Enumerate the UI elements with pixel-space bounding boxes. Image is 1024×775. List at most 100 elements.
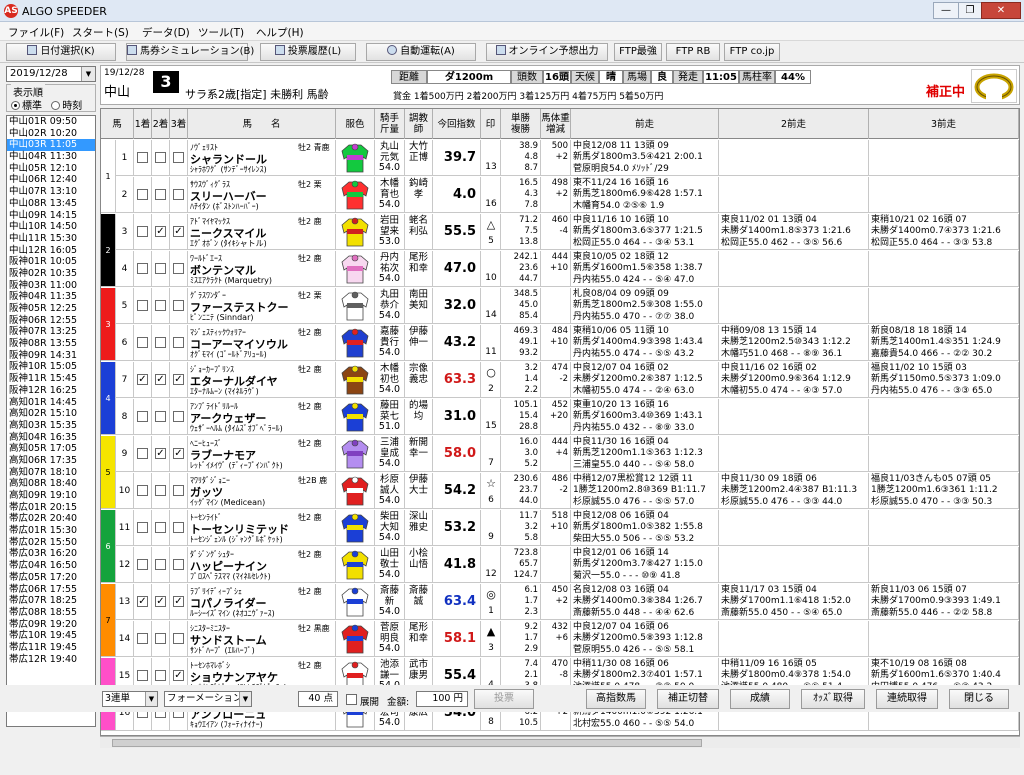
high-index-button[interactable]: 高指数馬 [586,689,646,709]
table-row[interactable]: 7 ✓ ✓ ✓ ｼﾞｮｰｶｰﾌﾟﾘﾝｽ 牡2 鹿エターナルダイヤ ｴﾀｰﾅﾙﾑｰﾝ (ﾏｲﾈ… [116,362,1019,398]
horse-cell[interactable]: ｸﾞﾗｽﾜﾝﾀﾞｰ 牡2 栗ファーステストクー ﾋﾟﾝﾆﾆﾃ (Sinndar) [188,288,336,324]
race-list-item[interactable]: 阪神03R 11:00 [7,280,95,292]
continuous-fetch-button[interactable]: 連続取得 [876,689,938,709]
third-place-checkbox[interactable] [173,189,184,200]
sort-standard-radio[interactable] [11,101,20,110]
amount-field[interactable]: 100 円 [416,691,468,707]
mark-cell[interactable]: 16 [481,177,501,213]
race-list-item[interactable]: 帯広03R 16:20 [7,548,95,560]
prev2-race-cell[interactable] [719,621,869,657]
mark-cell[interactable]: 7 [481,436,501,472]
prev3-race-cell[interactable]: 新良11/03 06 15頭 07 未勝ダ1700m0.9③393 1:49.1 斎… [869,584,1019,620]
mark-cell[interactable]: 12 [481,547,501,583]
chevron-down-icon[interactable]: ▼ [81,67,95,81]
menu-data[interactable]: データ(D) [142,25,190,40]
third-place-checkbox[interactable]: ✓ [173,226,184,237]
close-button[interactable]: 閉じる [949,689,1009,709]
horse-cell[interactable]: ﾗﾌﾞﾘｲﾃﾞｨｰﾌﾟｼｪ 牡2 鹿コパノライダー ﾙｰｼｰｲｽﾞﾏｲﾝ (ﾈｵﾕﾆ… [188,584,336,620]
race-list-item[interactable]: 中山01R 09:50 [7,116,95,128]
third-place-checkbox[interactable]: ✓ [173,670,184,681]
first-place-checkbox[interactable]: ✓ [137,596,148,607]
race-list-item[interactable]: 阪神09R 14:31 [7,350,95,362]
table-row[interactable]: 12 ﾀﾞｼﾞﾝｸﾞｼｭﾀｰ 牡2 鹿ハッピーナイン ﾌﾟﾛｽﾍﾟﾗｽﾏﾏ (ﾏｲﾈﾙ… [116,547,1019,583]
race-list-item[interactable]: 阪神06R 12:55 [7,315,95,327]
ftp-rb-button[interactable]: FTP RB [666,43,720,61]
race-list-item[interactable]: 高知05R 17:05 [7,443,95,455]
prev-race-cell[interactable]: 中良12/08 11 13頭 09 新馬ダ1800m3.5④421 2:00.1 菅… [571,140,719,176]
race-list-item[interactable]: 高知01R 14:45 [7,397,95,409]
col-prev-race[interactable]: 前走 [571,109,719,139]
prev3-race-cell[interactable] [869,510,1019,546]
prev-race-cell[interactable]: 札良08/04 09 09頭 09 新馬芝1800m2.5⑨308 1:55.0 丹… [571,288,719,324]
race-list-item[interactable]: 帯広01R 15:30 [7,525,95,537]
third-place-checkbox[interactable] [173,152,184,163]
col-jockey[interactable]: 騎手 斤量 [375,109,405,139]
col-silks[interactable]: 服色 [336,109,375,139]
third-place-checkbox[interactable] [173,337,184,348]
second-place-checkbox[interactable] [155,152,166,163]
first-place-checkbox[interactable] [137,226,148,237]
prev-race-cell[interactable]: 中良11/16 10 16頭 10 新馬ダ1800m3.6⑤377 1:21.5 松… [571,214,719,250]
race-list-item[interactable]: 中山12R 16:05 [7,245,95,257]
mark-cell[interactable]: △ 5 [481,214,501,250]
second-place-checkbox[interactable] [155,300,166,311]
race-list-item[interactable]: 高知07R 18:10 [7,467,95,479]
prev3-race-cell[interactable] [869,547,1019,583]
prev2-race-cell[interactable] [719,510,869,546]
prev3-race-cell[interactable]: 福良11/03きんも05 07頭 05 1勝芝1200m1.6③361 1:11.… [869,473,1019,509]
table-row[interactable]: 8 ｱﾝﾌﾞﾗｲﾄﾞﾘﾙｰﾙ 牡2 鹿アークウェザー ｳｪｻﾞｰﾍﾙﾑ (ﾀｲﾑｽﾞｵ… [116,399,1019,435]
prev-race-cell[interactable]: 中良12/01 06 16頭 14 新馬ダ1200m3.7⑧427 1:15.0 菊… [571,547,719,583]
table-row[interactable]: 2 ｻｳｽｳﾞｨｸﾞﾗｽ 牡2 栗スリーハーバー ﾊﾁｲﾀﾝ (ﾎﾞｽﾄﾝﾊｰﾊﾞｰ)… [116,177,1019,213]
race-list-item[interactable]: 中山10R 14:50 [7,221,95,233]
prev2-race-cell[interactable] [719,399,869,435]
prev-race-cell[interactable]: 東不11/24 16 16頭 16 新馬芝1800m6.9⑥428 1:57.1 木… [571,177,719,213]
col-odds[interactable]: 単勝 複勝 [501,109,541,139]
horse-cell[interactable]: ｼﾞｮｰｶｰﾌﾟﾘﾝｽ 牡2 鹿エターナルダイヤ ｴﾀｰﾅﾙﾑｰﾝ (ﾏｲﾈﾙﾗｳﾞ… [188,362,336,398]
first-place-checkbox[interactable] [137,670,148,681]
race-list-item[interactable]: 阪神10R 15:05 [7,361,95,373]
race-list-item[interactable]: 高知09R 19:10 [7,490,95,502]
third-place-checkbox[interactable]: ✓ [173,374,184,385]
horse-cell[interactable]: ﾀﾞｼﾞﾝｸﾞｼｭﾀｰ 牡2 鹿ハッピーナイン ﾌﾟﾛｽﾍﾟﾗｽﾏﾏ (ﾏｲﾈﾙｾﾚ… [188,547,336,583]
bet-simulation-button[interactable]: 馬券シミュレーション(B) [126,43,254,61]
race-list-item[interactable]: 帯広04R 16:50 [7,560,95,572]
prev3-race-cell[interactable] [869,177,1019,213]
horse-cell[interactable]: ﾍﾆｰﾋｭｰｽﾞ 牡2 鹿ラブーナモア ﾚｯﾄﾞｲﾒｲｳﾞ (ﾃﾞｨｰﾌﾟｲﾝﾊﾟｸ… [188,436,336,472]
table-row[interactable]: 11 ﾄｰｾﾝﾗｲﾄﾞ 牡2 鹿トーセンリミテッド ﾄｰｾﾝｼﾞｪﾝﾙ (ｼﾞｬﾝｸﾞ… [116,510,1019,546]
race-list-item[interactable]: 阪神05R 12:25 [7,303,95,315]
horse-cell[interactable]: ﾏｼﾞｪｽﾃｨｯｸｳｫﾘｱｰ 牡2 鹿コーアーマイソウル ｵｸﾞﾓﾏｲ (ｺﾞｰﾙﾄ… [188,325,336,361]
second-place-checkbox[interactable]: ✓ [155,596,166,607]
horizontal-scrollbar[interactable] [100,736,1020,748]
horse-cell[interactable]: ﾏﾜﾘﾀﾞｼﾞｮﾆｰ 牡2B 鹿ガッツ ｲｯｸﾞﾏｲﾝ (Medicean) [188,473,336,509]
ftp-saikyo-button[interactable]: FTP最強 [614,43,662,61]
race-list-item[interactable]: 帯広02R 15:50 [7,537,95,549]
correction-toggle-button[interactable]: 補正切替 [657,689,719,709]
third-place-checkbox[interactable] [173,263,184,274]
race-list-item[interactable]: 帯広01R 20:15 [7,502,95,514]
table-row[interactable]: 4 ﾜｰﾙﾄﾞｴｰｽ 牡2 鹿ボンテンマル ﾐｽｴｱｸﾗｸﾄ (Marquetry) 丹… [116,251,1019,287]
table-row[interactable]: 5 ｸﾞﾗｽﾜﾝﾀﾞｰ 牡2 栗ファーステストクー ﾋﾟﾝﾆﾆﾃ (Sinndar) 丸… [116,288,1019,324]
vote-button[interactable]: 投票 [474,689,534,709]
ftp-cojp-button[interactable]: FTP co.jp [724,43,780,61]
col-horse-no[interactable]: 馬 [101,109,134,139]
race-list-item[interactable]: 帯広11R 19:45 [7,642,95,654]
first-place-checkbox[interactable] [137,411,148,422]
first-place-checkbox[interactable] [137,337,148,348]
first-place-checkbox[interactable] [137,300,148,311]
race-list-item[interactable]: 中山08R 13:45 [7,198,95,210]
race-list-item[interactable]: 中山06R 12:40 [7,174,95,186]
prev-race-cell[interactable]: 中良11/30 16 16頭 04 新馬芝1200m1.1⑤363 1:12.3 三… [571,436,719,472]
third-place-checkbox[interactable] [173,633,184,644]
prev2-race-cell[interactable]: 東良11/02 01 13頭 04 未勝ダ1400m1.8⑤373 1:21.6 松… [719,214,869,250]
bet-method-select[interactable]: フォーメーション ▼ [164,691,252,707]
prev-race-cell[interactable]: 中良12/07 04 16頭 06 未勝ダ1200m0.5⑧393 1:12.8 菅… [571,621,719,657]
prev2-race-cell[interactable] [719,547,869,583]
table-row[interactable]: 3 ✓ ✓ ｱﾄﾞﾏｲﾔﾏｯｸｽ 牡2 鹿ニークスマイル ｴｸﾞｵﾎﾞﾝ (ﾀｲｷｼャトル… [116,214,1019,250]
race-list[interactable]: 中山01R 09:50 中山02R 10:20 中山03R 11:05 中山04R 1… [6,115,96,727]
second-place-checkbox[interactable] [155,670,166,681]
prev-race-cell[interactable]: 東良10/05 02 18頭 12 新馬ダ1600m1.5⑥358 1:38.7 丹… [571,251,719,287]
prev-race-cell[interactable]: 中良12/07 04 16頭 02 未勝ダ1200m0.2⑥387 1:12.5 木… [571,362,719,398]
date-select-button[interactable]: 日付選択(K) [6,43,116,61]
first-place-checkbox[interactable] [137,559,148,570]
prev2-race-cell[interactable]: 東良11/17 03 15頭 04 未勝ダ1700m1.1⑥418 1:52.0 斎… [719,584,869,620]
